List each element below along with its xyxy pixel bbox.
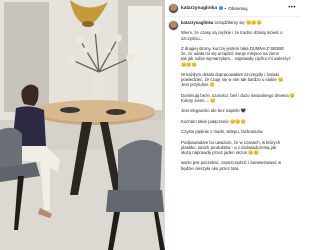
username[interactable]: katarzynaglinka xyxy=(181,6,217,11)
avatar[interactable] xyxy=(169,20,178,30)
caption-line: warto jest poczekać, zaoszczędzić i zain… xyxy=(181,160,282,166)
post-header: katarzynaglinka • Obserwuj ••• xyxy=(165,0,300,17)
caption-first-text: Urządziłamy się 😊😊😊 xyxy=(214,20,263,25)
follow-button[interactable]: Obserwuj xyxy=(228,6,247,11)
caption-lines: Wiem, że czasy są ciężkie i że trudno dz… xyxy=(181,30,296,170)
verified-icon xyxy=(218,6,223,10)
more-options-icon[interactable]: ••• xyxy=(288,5,296,11)
caption-username[interactable]: katarzynaglinka xyxy=(181,20,213,25)
caption-line: tak jak sobie wymarzyłam... naprawdę cię… xyxy=(181,56,291,62)
avatar[interactable] xyxy=(169,3,178,13)
separator-dot: • xyxy=(224,5,227,11)
post-panel: katarzynaglinka • Obserwuj ••• katarzyna… xyxy=(165,0,300,250)
caption: katarzynaglinka Urządziłamy się 😊😊😊 Wiem… xyxy=(169,20,296,171)
caption-line: będzie cieszyło oko przez lata. xyxy=(181,165,240,171)
post-photo[interactable] xyxy=(0,0,165,250)
comments-area: katarzynaglinka Urządziłamy się 😊😊😊 Wiem… xyxy=(165,17,300,171)
caption-body: katarzynaglinka Urządziłamy się 😊😊😊 Wiem… xyxy=(181,20,296,171)
caption-line: Podpowiadam bo uważam, że w czasach, w k… xyxy=(181,139,281,145)
caption-line: Wiem, że czasy są ciężkie i że trudno dz… xyxy=(181,30,283,36)
